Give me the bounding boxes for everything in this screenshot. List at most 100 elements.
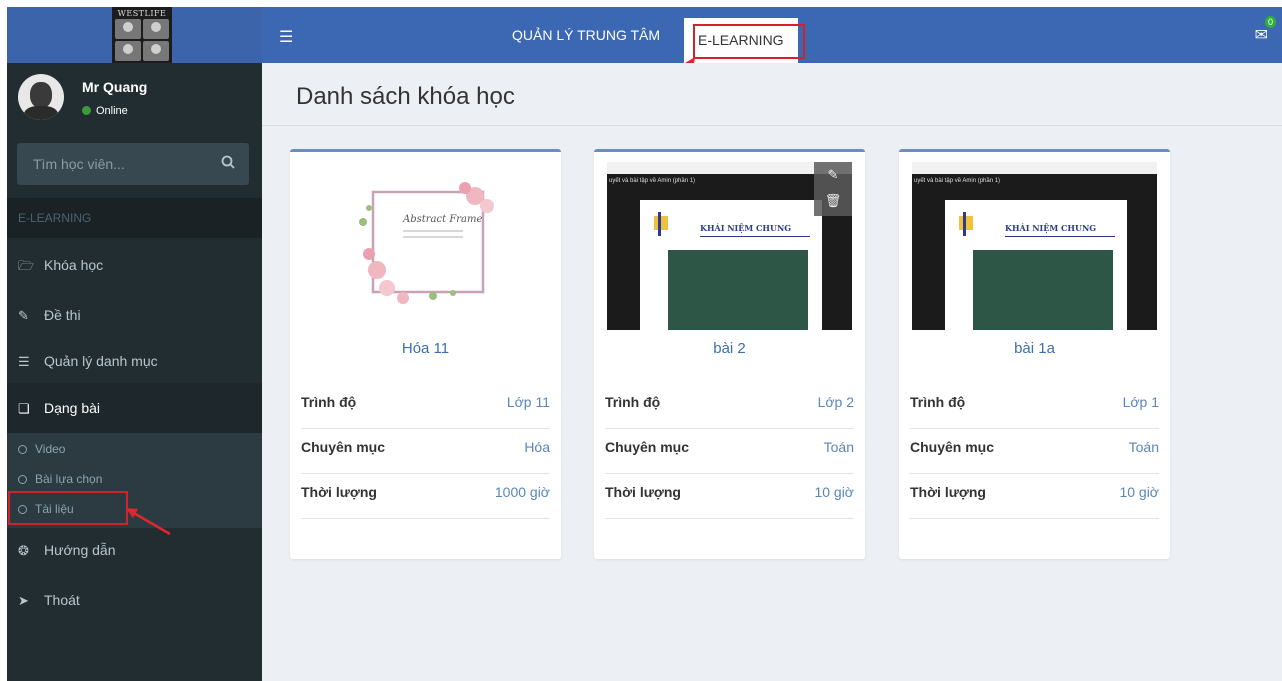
edit-icon[interactable]: ✎	[814, 162, 852, 188]
field-label: Trình độ	[605, 394, 661, 410]
sidebar-item-label: Đề thi	[44, 307, 81, 323]
course-category-row: Chuyên mục Hóa	[301, 429, 550, 474]
course-category-row: Chuyên mục Toán	[910, 429, 1159, 474]
search-form	[17, 143, 249, 185]
course-level-row: Trình độ Lớp 1	[910, 384, 1159, 429]
course-card: uyết và bài tập về Amin (phần 1) KHÁI NI…	[594, 149, 865, 559]
course-card: Abstract Frame Hóa 11 Trình độ Lớp 11 Chu…	[290, 149, 561, 559]
sidebar-item-label: Dạng bài	[44, 400, 101, 416]
sidebar-item-logout[interactable]: ➤ Thoát	[7, 575, 262, 625]
field-value: Lớp 11	[506, 394, 550, 410]
submenu-item-video[interactable]: Video	[18, 440, 65, 458]
course-thumbnail[interactable]: Abstract Frame	[303, 162, 548, 330]
circle-icon	[18, 475, 27, 484]
sidebar-item-exams[interactable]: ✎ Đề thi	[7, 290, 262, 340]
sidebar-item-exercise-types[interactable]: ❏ Dạng bài	[7, 383, 262, 433]
submenu-item-label: Bài lựa chọn	[35, 472, 103, 486]
logo-image: WESTLIFE	[112, 7, 172, 63]
slide-logo	[658, 212, 661, 236]
course-duration-row: Thời lượng 10 giờ	[910, 474, 1159, 519]
user-status-label: Online	[96, 105, 128, 117]
avatar[interactable]	[18, 74, 64, 120]
logo-face	[115, 19, 141, 39]
logo-text: WESTLIFE	[117, 9, 167, 18]
slide-title: KHÁI NIỆM CHUNG	[1005, 223, 1097, 233]
page-title: Danh sách khóa học	[296, 83, 515, 110]
field-value: 10 giờ	[814, 484, 854, 500]
field-label: Thời lượng	[605, 484, 681, 500]
slide-logo	[963, 212, 966, 236]
field-value: Toán	[823, 439, 854, 455]
highlight-box	[693, 24, 805, 59]
mail-badge: 0	[1264, 16, 1276, 28]
section-header: E-LEARNING	[7, 198, 262, 238]
course-category-row: Chuyên mục Toán	[605, 429, 854, 474]
annotation-arrow	[126, 508, 171, 536]
logo-area[interactable]: WESTLIFE	[7, 7, 262, 63]
video-slide: KHÁI NIỆM CHUNG	[945, 200, 1127, 330]
blackboard	[973, 250, 1113, 330]
main-content: Danh sách khóa học Abstract Frame Hóa 11…	[262, 63, 1282, 681]
field-label: Trình độ	[910, 394, 966, 410]
video-slide: KHÁI NIỆM CHUNG	[640, 200, 822, 330]
course-title[interactable]: Hóa 11	[290, 340, 561, 357]
user-status: Online	[82, 105, 128, 117]
life-ring-icon: ❂	[18, 543, 29, 558]
field-value: 1000 giờ	[494, 484, 550, 500]
video-browser-bar	[912, 162, 1157, 174]
field-label: Thời lượng	[301, 484, 377, 500]
course-thumbnail[interactable]: uyết và bài tập về Amin (phần 1) KHÁI NI…	[912, 162, 1157, 330]
sign-out-icon: ➤	[18, 593, 29, 608]
menu-toggle-icon[interactable]: ☰	[279, 27, 293, 47]
blackboard	[668, 250, 808, 330]
highlight-box	[8, 491, 128, 525]
slide-rule	[1005, 236, 1115, 237]
video-caption: uyết và bài tập về Amin (phần 1)	[914, 178, 1001, 184]
course-level-row: Trình độ Lớp 2	[605, 384, 854, 429]
sidebar-item-label: Khóa học	[44, 257, 104, 273]
video-caption: uyết và bài tập về Amin (phần 1)	[609, 178, 696, 184]
submenu-item-choice[interactable]: Bài lựa chọn	[18, 470, 102, 488]
slide-logo	[959, 216, 973, 230]
online-dot-icon	[82, 106, 91, 115]
logo-face	[143, 41, 169, 61]
top-header: WESTLIFE ☰ QUẢN LÝ TRUNG TÂM E-LEARNING …	[7, 7, 1282, 63]
mail-icon[interactable]: ✉ 0	[1255, 16, 1276, 45]
field-label: Thời lượng	[910, 484, 986, 500]
user-panel: Mr Quang Online	[7, 63, 262, 133]
field-label: Chuyên mục	[301, 439, 386, 455]
course-title[interactable]: bài 2	[594, 340, 865, 357]
field-label: Trình độ	[301, 394, 357, 410]
sidebar: Mr Quang Online E-LEARNING 🗁 Khóa học ✎ Đề…	[7, 63, 262, 681]
slide-logo	[654, 216, 668, 230]
submenu-item-label: Video	[35, 442, 66, 456]
course-title[interactable]: bài 1a	[899, 340, 1170, 357]
field-value: Lớp 1	[1122, 394, 1159, 410]
circle-icon	[18, 445, 27, 454]
edit-icon: ✎	[18, 308, 29, 323]
field-label: Chuyên mục	[910, 439, 995, 455]
nav-tab-center-management[interactable]: QUẢN LÝ TRUNG TÂM	[498, 7, 674, 63]
sidebar-item-label: Hướng dẫn	[44, 542, 116, 558]
list-icon: ☰	[18, 354, 30, 369]
field-value: Toán	[1128, 439, 1159, 455]
course-thumbnail[interactable]: uyết và bài tập về Amin (phần 1) KHÁI NI…	[607, 162, 852, 330]
trash-icon[interactable]: 🗑	[814, 188, 852, 214]
sidebar-item-courses[interactable]: 🗁 Khóa học	[7, 240, 262, 290]
logo-face	[143, 19, 169, 39]
course-card: uyết và bài tập về Amin (phần 1) KHÁI NI…	[899, 149, 1170, 559]
sidebar-item-categories[interactable]: ☰ Quản lý danh mục	[7, 336, 262, 386]
search-input[interactable]	[17, 143, 207, 185]
slide-rule	[700, 236, 810, 237]
logo-face	[115, 41, 141, 61]
edit-tools: ✎ 🗑	[814, 162, 852, 216]
folder-open-icon: 🗁	[18, 258, 35, 273]
course-level-row: Trình độ Lớp 11	[301, 384, 550, 429]
search-icon[interactable]	[221, 155, 235, 174]
user-name: Mr Quang	[82, 79, 148, 95]
thumbnail-text: Abstract Frame	[403, 214, 483, 225]
course-duration-row: Thời lượng 1000 giờ	[301, 474, 550, 519]
field-value: Lớp 2	[817, 394, 854, 410]
copy-icon: ❏	[18, 401, 30, 416]
divider	[262, 125, 1282, 126]
